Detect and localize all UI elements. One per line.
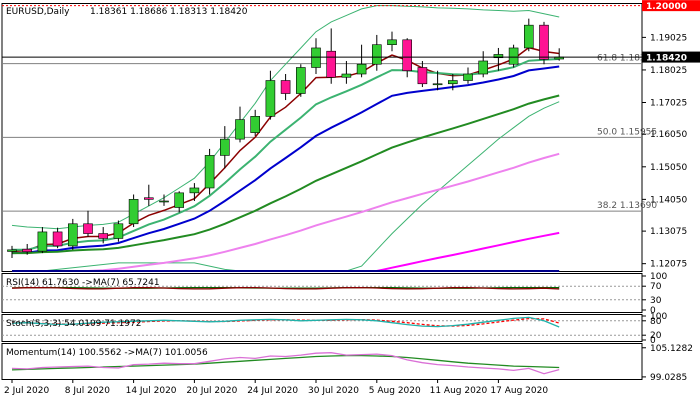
time-label-7: 11 Aug 2020 (430, 386, 488, 396)
rsi-label: RSI(14) 61.7630 ->MA(7) 65.7241 (6, 278, 160, 288)
ohlc-label: 1.18361 1.18686 1.18313 1.18420 (90, 7, 248, 17)
momentum-tick-label-0: 105.1282 (650, 344, 693, 354)
time-label-8: 17 Aug 2020 (490, 386, 548, 396)
time-axis: 2 Jul 2020 8 Jul 2020 14 Jul 2020 20 Jul 20… (4, 379, 548, 396)
momentum-tick-label-1: 99.0285 (650, 373, 687, 383)
price-tick-label-7: 1.12075 (650, 260, 687, 270)
candle-35 (539, 21, 549, 65)
time-label-4: 24 Jul 2020 (247, 386, 298, 396)
candle-8 (128, 194, 139, 228)
price-tick-label-4: 1.15050 (650, 163, 687, 173)
candle-4 (68, 218, 78, 250)
time-label-0: 2 Jul 2020 (4, 386, 49, 396)
symbol-label: EURUSD,Daily (6, 7, 70, 17)
price-tick-label-1: 1.18025 (650, 66, 687, 76)
stoch-tick-label-1: 80 (650, 317, 662, 327)
rsi-tick-label-2: 30 (650, 296, 662, 306)
fib-label-1: 50.0 1.15955 (597, 127, 657, 137)
price-axis: 1.19025 1.18025 1.17025 1.16050 1.15050 1.140… (642, 33, 687, 270)
time-label-3: 20 Jul 2020 (186, 386, 237, 396)
price-tick-label-0: 1.19025 (650, 33, 687, 43)
price-tick-label-3: 1.16050 (650, 130, 687, 140)
rsi-axis: 10070300 (642, 272, 667, 316)
price-chart[interactable]: 61.8 1.1822050.0 1.1595538.2 1.13690 1.1… (0, 0, 700, 400)
time-label-6: 5 Aug 2020 (369, 386, 421, 396)
fib-label-2: 38.2 1.13690 (597, 201, 657, 211)
stoch-label: Stoch(5,3,3) 54.0109 71.1972 (6, 319, 141, 329)
candle-13 (204, 148, 215, 195)
time-label-1: 8 Jul 2020 (65, 386, 110, 396)
candle-7 (113, 220, 124, 242)
rsi-tick-label-1: 70 (650, 282, 662, 292)
time-label-2: 14 Jul 2020 (126, 386, 177, 396)
candle-33 (508, 44, 519, 68)
current-price-label: 1.18420 (646, 54, 687, 64)
candle-19 (295, 64, 306, 97)
stoch-axis: 10080200 (642, 312, 667, 346)
price-tick-label-6: 1.13075 (650, 227, 687, 237)
momentum-axis: 105.1282 99.0285 (642, 344, 693, 383)
price-tick-label-5: 1.14050 (650, 195, 687, 205)
price-tick-label-2: 1.17025 (650, 98, 687, 108)
rsi-tick-label-0: 100 (650, 272, 667, 282)
top-level-label: 1.20000 (646, 2, 687, 12)
momentum-label: Momentum(14) 100.5562 ->MA(7) 101.0056 (6, 348, 208, 358)
time-label-5: 30 Jul 2020 (308, 386, 359, 396)
